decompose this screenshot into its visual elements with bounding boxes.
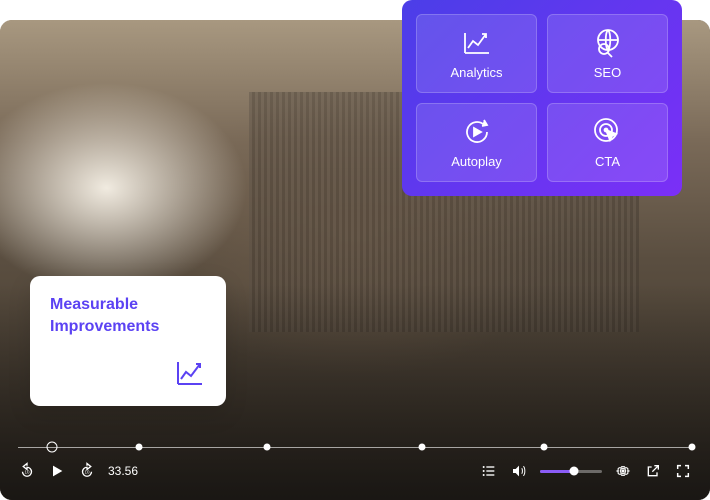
chapter-marker[interactable] (689, 444, 696, 451)
feature-seo[interactable]: SEO (547, 14, 668, 93)
feature-analytics[interactable]: Analytics (416, 14, 537, 93)
settings-button[interactable] (614, 462, 632, 480)
trend-up-icon (174, 356, 206, 388)
features-panel: Analytics SEO Autoplay (402, 0, 682, 196)
volume-slider[interactable] (540, 470, 602, 473)
feature-label: CTA (595, 154, 620, 169)
analytics-icon (461, 27, 493, 59)
autoplay-icon (461, 116, 493, 148)
time-display: 33.56 (108, 464, 138, 478)
play-button[interactable] (48, 462, 66, 480)
timeline-scrubber[interactable] (18, 440, 692, 454)
player-controls: 10 10 33.56 (18, 440, 692, 486)
chapter-marker[interactable] (540, 444, 547, 451)
chapter-marker[interactable] (136, 444, 143, 451)
rewind-button[interactable]: 10 (18, 462, 36, 480)
controls-row: 10 10 33.56 (18, 462, 692, 480)
fullscreen-button[interactable] (674, 462, 692, 480)
feature-autoplay[interactable]: Autoplay (416, 103, 537, 182)
share-button[interactable] (644, 462, 662, 480)
callout-card: Measurable Improvements (30, 276, 226, 406)
seo-icon (592, 27, 624, 59)
playhead[interactable] (46, 442, 57, 453)
feature-label: Autoplay (451, 154, 502, 169)
svg-text:10: 10 (84, 469, 90, 474)
chapter-marker[interactable] (419, 444, 426, 451)
chapters-button[interactable] (480, 462, 498, 480)
callout-title: Measurable Improvements (50, 294, 206, 337)
feature-label: Analytics (450, 65, 502, 80)
chapter-marker[interactable] (264, 444, 271, 451)
forward-button[interactable]: 10 (78, 462, 96, 480)
timeline-track (18, 447, 692, 448)
cta-icon (592, 116, 624, 148)
volume-thumb[interactable] (570, 467, 579, 476)
feature-label: SEO (594, 65, 621, 80)
volume-button[interactable] (510, 462, 528, 480)
feature-cta[interactable]: CTA (547, 103, 668, 182)
svg-text:10: 10 (24, 469, 30, 474)
